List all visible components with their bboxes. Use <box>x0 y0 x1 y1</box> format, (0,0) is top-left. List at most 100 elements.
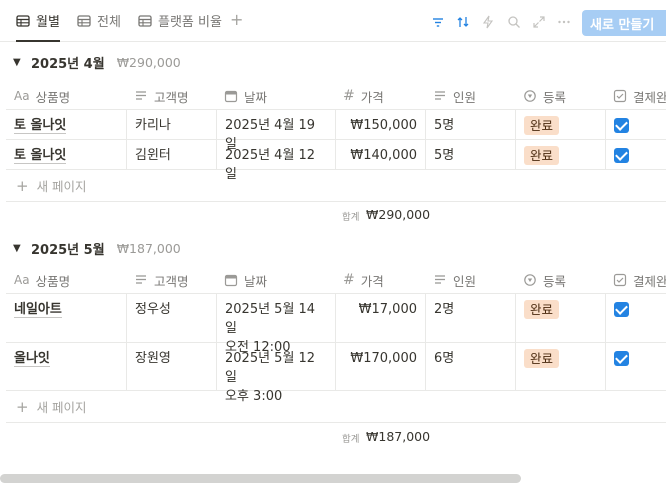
tab-monthly[interactable]: 월별 <box>16 0 60 42</box>
status-badge: 완료 <box>524 146 560 165</box>
column-header[interactable]: 고객명 <box>126 82 216 110</box>
product-cell[interactable]: 네일아트 <box>6 294 126 342</box>
group-sum: ₩187,000 <box>116 240 181 256</box>
search-icon[interactable] <box>506 14 522 30</box>
add-view-icon[interactable]: + <box>230 12 243 28</box>
column-label: 상품명 <box>35 273 71 289</box>
paid-cell[interactable] <box>605 140 666 169</box>
column-label: 날짜 <box>244 273 268 289</box>
people-cell[interactable]: 2명 <box>425 294 515 342</box>
column-header[interactable]: # 가격 <box>335 266 425 294</box>
column-header[interactable]: Aa 상품명 <box>6 266 126 294</box>
tab-all[interactable]: 전체 <box>77 0 121 41</box>
column-header[interactable]: # 가격 <box>335 82 425 110</box>
tab-platform-ratio[interactable]: 플랫폼 비율 <box>138 0 222 41</box>
checkbox-checked[interactable] <box>614 118 629 133</box>
collapse-triangle-icon[interactable]: ▼ <box>13 57 23 68</box>
date-text: 2025년 5월 14일 <box>225 302 316 336</box>
product-cell[interactable]: 토 올나잇 <box>6 140 126 169</box>
column-header[interactable]: 인원 <box>425 82 515 110</box>
status-cell[interactable]: 완료 <box>515 343 605 390</box>
number-type-icon: # <box>343 88 355 104</box>
people-cell[interactable]: 5명 <box>425 110 515 139</box>
customer-cell[interactable]: 김윈터 <box>126 140 216 169</box>
column-header[interactable]: 날짜 <box>216 82 335 110</box>
column-label: 인원 <box>453 273 477 289</box>
paid-cell[interactable] <box>605 110 666 139</box>
group-title: 2025년 4월 <box>31 56 105 72</box>
date-cell[interactable]: 2025년 5월 14일 오전 12:00 <box>216 294 335 355</box>
column-label: 가격 <box>360 273 384 289</box>
customer-cell[interactable]: 장원영 <box>126 343 216 390</box>
expand-icon[interactable] <box>531 14 547 30</box>
column-header[interactable]: 결제완 <box>605 266 666 294</box>
lightning-icon[interactable] <box>480 14 496 30</box>
horizontal-scrollbar[interactable] <box>0 474 521 483</box>
paid-cell[interactable] <box>605 294 666 342</box>
calculation-row[interactable]: 합계 ₩187,000 <box>6 422 666 450</box>
new-button[interactable]: 새로 만들기 ⌄ <box>582 10 666 36</box>
column-header[interactable]: 고객명 <box>126 266 216 294</box>
column-header[interactable]: 날짜 <box>216 266 335 294</box>
tab-label: 월별 <box>36 15 60 30</box>
group-header[interactable]: ▼ 2025년 4월 ₩290,000 <box>13 52 181 72</box>
column-header[interactable]: 등록 <box>515 82 605 110</box>
title-type-icon: Aa <box>14 273 30 287</box>
checkbox-checked[interactable] <box>614 148 629 163</box>
price-cell[interactable]: ₩170,000 <box>335 343 425 390</box>
filter-icon[interactable] <box>430 14 446 30</box>
product-cell[interactable]: 토 올나잇 <box>6 110 126 139</box>
customer-cell[interactable]: 카리나 <box>126 110 216 139</box>
status-icon <box>524 274 536 286</box>
column-label: 고객명 <box>154 273 189 289</box>
new-page-row[interactable]: + 새 페이지 <box>6 391 666 423</box>
table-row[interactable]: 올나잇 장원영 2025년 5월 12일 오후 3:00 ₩170,000 6명… <box>6 343 666 404</box>
product-cell[interactable]: 올나잇 <box>6 343 126 390</box>
group-header[interactable]: ▼ 2025년 5월 ₩187,000 <box>13 238 181 258</box>
calculation-row[interactable]: 합계 ₩290,000 <box>6 200 666 228</box>
paid-cell[interactable] <box>605 343 666 390</box>
people-cell[interactable]: 6명 <box>425 343 515 390</box>
status-badge: 완료 <box>524 116 560 135</box>
plus-icon: + <box>16 176 29 195</box>
table-row[interactable]: 네일아트 정우성 2025년 5월 14일 오전 12:00 ₩17,000 2… <box>6 294 666 355</box>
customer-cell[interactable]: 정우성 <box>126 294 216 342</box>
table-icon <box>77 14 91 27</box>
status-cell[interactable]: 완료 <box>515 110 605 139</box>
status-icon <box>524 90 536 102</box>
column-label: 결제완 <box>633 273 666 289</box>
more-icon[interactable] <box>556 14 572 30</box>
new-page-row[interactable]: + 새 페이지 <box>6 170 666 202</box>
people-cell[interactable]: 5명 <box>425 140 515 169</box>
sort-icon[interactable] <box>455 14 471 30</box>
status-badge: 완료 <box>524 349 560 368</box>
status-cell[interactable]: 완료 <box>515 294 605 342</box>
checkbox-checked[interactable] <box>614 351 629 366</box>
status-cell[interactable]: 완료 <box>515 140 605 169</box>
view-tab-bar: 월별 전체 플랫폼 비율 + 새로 만들기 ⌄ <box>0 0 666 42</box>
column-label: 등록 <box>543 89 567 105</box>
column-header[interactable]: 인원 <box>425 266 515 294</box>
table-icon <box>16 14 30 27</box>
column-label: 고객명 <box>154 89 189 105</box>
date-cell[interactable]: 2025년 5월 12일 오후 3:00 <box>216 343 335 404</box>
price-cell[interactable]: ₩150,000 <box>335 110 425 139</box>
price-cell[interactable]: ₩140,000 <box>335 140 425 169</box>
column-header[interactable]: Aa 상품명 <box>6 82 126 110</box>
table-row[interactable]: 토 올나잇 카리나 2025년 4월 19일 ₩150,000 5명 완료 <box>6 110 666 152</box>
calc-label: 합계 <box>342 212 360 223</box>
table-row[interactable]: 토 올나잇 김윈터 2025년 4월 12일 ₩140,000 5명 완료 <box>6 140 666 182</box>
collapse-triangle-icon[interactable]: ▼ <box>13 243 23 254</box>
price-cell[interactable]: ₩17,000 <box>335 294 425 342</box>
table-header-row: Aa 상품명 고객명 날짜 # 가격 인원 등록 결제완 <box>6 266 666 294</box>
new-page-label: 새 페이지 <box>36 400 87 415</box>
column-label: 상품명 <box>35 89 71 105</box>
table-icon <box>138 14 152 27</box>
date-cell[interactable]: 2025년 4월 19일 <box>216 110 335 152</box>
column-header[interactable]: 결제완 <box>605 82 666 110</box>
group-sum: ₩290,000 <box>116 54 181 70</box>
checkbox-checked[interactable] <box>614 302 629 317</box>
column-header[interactable]: 등록 <box>515 266 605 294</box>
text-lines-icon <box>136 275 146 284</box>
date-cell[interactable]: 2025년 4월 12일 <box>216 140 335 182</box>
